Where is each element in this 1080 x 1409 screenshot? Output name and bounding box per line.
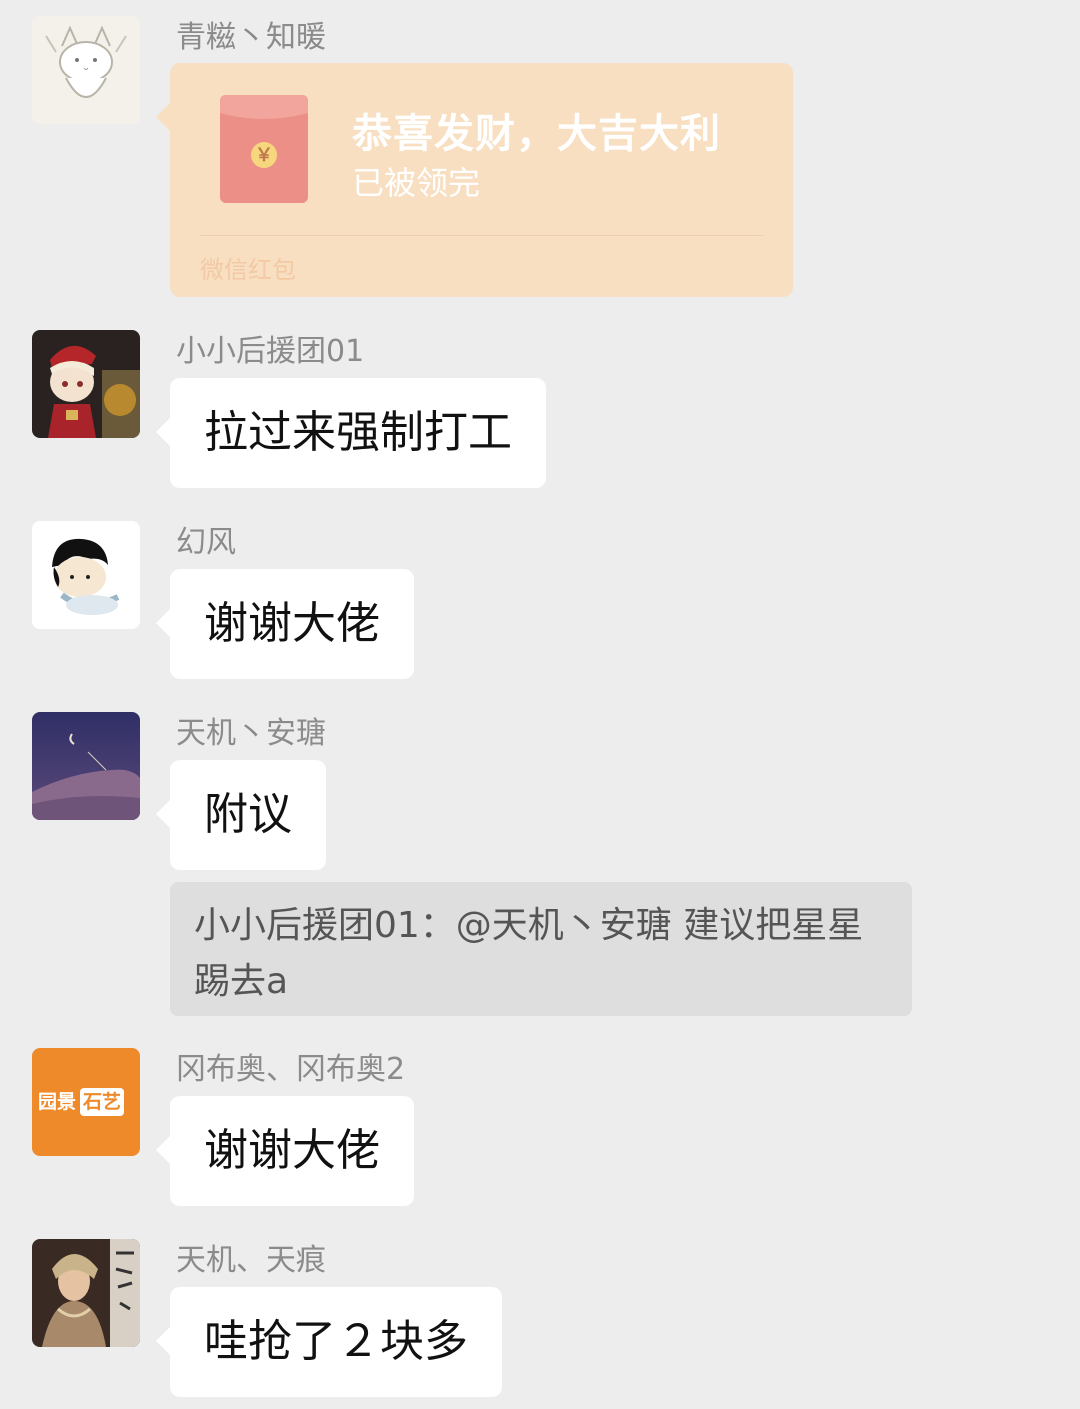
message-bubble[interactable]: 拉过来强制打工 [156,378,546,488]
divider [200,235,763,236]
message-item: 青糍丶知暖 ￥ 恭喜发财，大吉大利 已被领完 微信红包 [0,0,1080,310]
message-item: 天机、天痕 哇抢了２块多 [0,1239,1080,1409]
night-sky-avatar-image [32,712,140,820]
quoted-message[interactable]: 小小后援团01：@天机丶安瑭 建议把星星 踢去a [170,882,912,1016]
message-bubble[interactable]: 附议 [156,760,326,870]
message-item: 幻风 谢谢大佬 [0,521,1080,691]
red-packet-status: 已被领完 [352,164,481,202]
avatar[interactable] [32,712,140,820]
message-bubble[interactable]: 哇抢了２块多 [156,1287,502,1397]
avatar[interactable] [32,16,140,124]
cartoon-boy-avatar-image [32,521,140,629]
red-packet-footer: 微信红包 [200,256,296,284]
cat-avatar-image [32,16,140,124]
sender-name: 小小后援团01 [176,334,365,369]
message-bubble[interactable]: 谢谢大佬 [156,569,414,679]
avatar[interactable] [32,330,140,438]
red-packet-title: 恭喜发财，大吉大利 [352,111,721,157]
message-item: 园景 石艺 冈布奥、冈布奥2 谢谢大佬 [0,1048,1080,1218]
avatar[interactable] [32,521,140,629]
red-packet-card[interactable]: ￥ 恭喜发财，大吉大利 已被领完 微信红包 [156,63,793,297]
quote-text-line: 小小后援团01：@天机丶安瑭 建议把星星 [194,905,864,946]
logo-text: 园景 [38,1091,77,1113]
message-bubble[interactable]: 谢谢大佬 [156,1096,414,1206]
message-item: 小小后援团01 拉过来强制打工 [0,330,1080,500]
sender-name: 天机、天痕 [176,1243,326,1278]
logo-text: 石艺 [80,1088,125,1116]
character-art-avatar-image [32,1239,140,1347]
sender-name: 冈布奥、冈布奥2 [176,1052,406,1087]
avatar[interactable] [32,1239,140,1347]
logo-avatar-image: 园景 石艺 [38,1086,134,1118]
sender-name: 青糍丶知暖 [176,20,326,55]
avatar[interactable]: 园景 石艺 [32,1048,140,1156]
yuan-symbol: ￥ [255,145,273,166]
anime-girl-avatar-image [32,330,140,438]
sender-name: 幻风 [176,525,236,560]
message-item: 天机丶安瑭 附议 小小后援团01：@天机丶安瑭 建议把星星 踢去a [0,712,1080,1022]
quote-text-line: 踢去a [194,961,289,1002]
sender-name: 天机丶安瑭 [176,716,326,751]
